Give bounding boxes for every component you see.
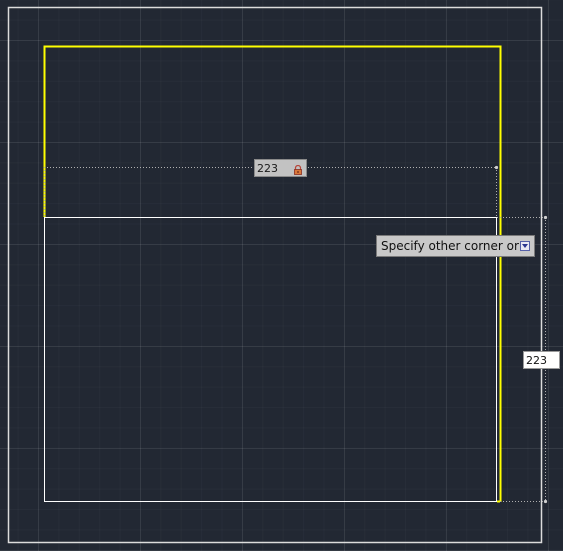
lock-icon[interactable] bbox=[293, 163, 303, 175]
width-dimension-value: 223 bbox=[257, 162, 278, 175]
height-dimension-value: 223 bbox=[526, 354, 547, 367]
options-dropdown-icon[interactable] bbox=[520, 241, 530, 251]
viewport-frame bbox=[7, 6, 543, 544]
command-prompt-text: Specify other corner or bbox=[381, 239, 519, 253]
height-dimension-input[interactable]: 223 bbox=[523, 351, 560, 369]
width-dimension-input[interactable]: 223 bbox=[254, 159, 307, 177]
height-dimension-endpoint-bottom bbox=[543, 499, 548, 504]
command-prompt-tooltip: Specify other corner or bbox=[376, 235, 535, 257]
width-dimension-endpoint bbox=[494, 165, 499, 170]
existing-rectangle[interactable] bbox=[43, 45, 502, 503]
drawing-viewport[interactable]: 223 223 Specify other corner or bbox=[0, 0, 563, 551]
drawing-svg bbox=[7, 6, 548, 544]
preview-rectangle bbox=[44, 217, 497, 502]
height-dimension-endpoint-top bbox=[543, 215, 548, 220]
